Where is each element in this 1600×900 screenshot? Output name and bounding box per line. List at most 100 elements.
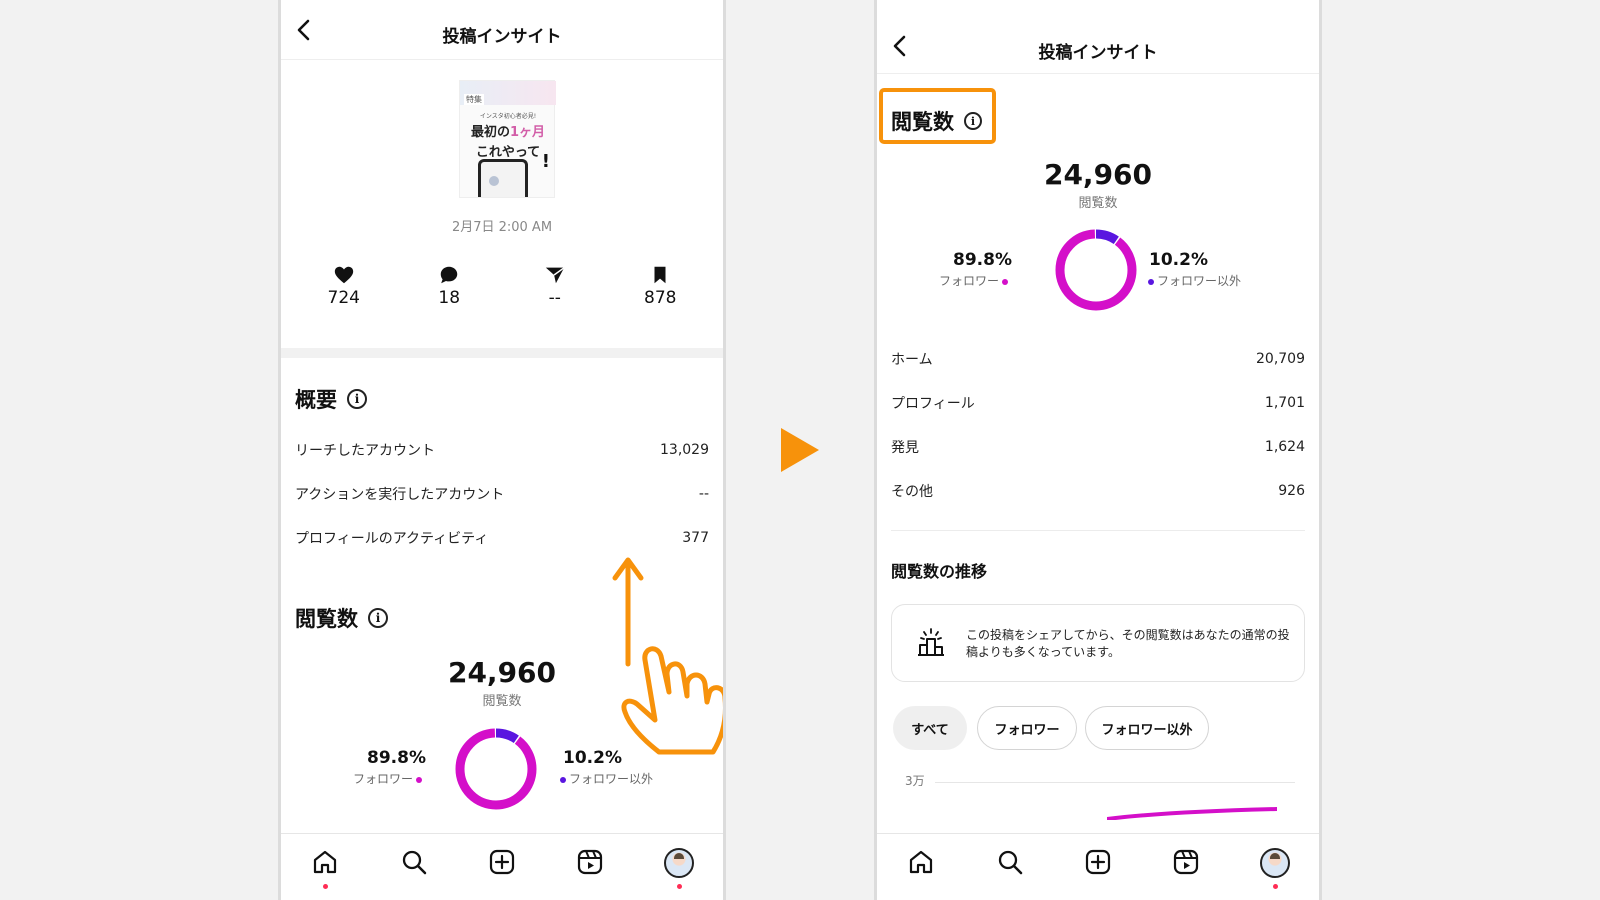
overview-row-value: 13,029	[660, 442, 709, 458]
stat-comments: 18	[404, 264, 494, 314]
search-icon	[998, 850, 1022, 875]
views-title-text: 閲覧数	[295, 607, 358, 631]
overview-row-value: 377	[682, 530, 709, 546]
tab-profile[interactable]	[659, 848, 699, 894]
donut-slice-followers	[455, 728, 537, 810]
trend-notice-text: この投稿をシェアしてから、その閲覧数はあなたの通常の投稿よりも多くなっています。	[966, 628, 1290, 659]
tab-reels[interactable]	[570, 848, 610, 894]
follower-dot	[416, 776, 423, 783]
chart-grid-line	[935, 782, 1295, 783]
follower-legend-text: フォロワー	[353, 772, 414, 786]
source-row-label: その他	[891, 484, 933, 500]
info-icon[interactable]: i	[368, 608, 388, 628]
search-icon	[402, 850, 426, 875]
overview-row-label: アクションを実行したアカウント	[295, 487, 505, 503]
tab-home[interactable]	[305, 848, 345, 894]
non-follower-percent: 10.2%	[1149, 250, 1208, 270]
home-icon	[910, 850, 933, 874]
phone-screen-right: 投稿インサイト 閲覧数 i 24,960 閲覧数 89.8% フォロワー 10.…	[874, 0, 1322, 900]
source-row-value: 20,709	[1256, 351, 1305, 367]
follower-legend: フォロワー	[353, 770, 425, 787]
non-follower-legend-text: フォロワー以外	[569, 772, 654, 786]
stat-saves: 878	[615, 264, 705, 314]
non-follower-legend: フォロワー以外	[557, 770, 653, 787]
trend-line	[1107, 807, 1277, 820]
tab-home[interactable]	[901, 848, 941, 894]
podium-icon	[918, 628, 944, 656]
non-follower-dot	[1148, 278, 1154, 285]
source-row-label: プロフィール	[891, 396, 975, 412]
create-icon	[1085, 849, 1111, 875]
source-row: ホーム 20,709	[891, 347, 1305, 371]
tab-reels[interactable]	[1166, 848, 1206, 894]
bookmark-icon	[654, 266, 666, 284]
likes-count: 724	[327, 288, 360, 308]
source-row-value: 926	[1278, 483, 1305, 499]
overview-row-value: --	[698, 486, 709, 502]
overview-title-text: 概要	[295, 388, 337, 412]
views-total: 24,960	[1043, 158, 1153, 191]
non-follower-legend-text: フォロワー以外	[1157, 274, 1242, 288]
views-title: 閲覧数 i	[295, 603, 388, 633]
engagement-stats: 724 18 -- 878	[291, 264, 713, 314]
source-row-value: 1,624	[1264, 439, 1305, 455]
filter-chip-non-followers[interactable]: フォロワー以外	[1085, 706, 1209, 750]
overview-row-label: リーチしたアカウント	[295, 443, 435, 459]
thumb-headline-1b: 1ヶ月	[509, 125, 546, 140]
next-step-arrow-icon	[781, 428, 819, 472]
stat-likes: 724	[299, 264, 389, 314]
thumb-phone-avatar	[489, 176, 499, 186]
follower-legend-text: フォロワー	[939, 274, 1000, 288]
overview-title: 概要 i	[295, 384, 367, 414]
follower-percent: 89.8%	[953, 250, 1012, 270]
source-row-value: 1,701	[1264, 395, 1305, 411]
shares-count: --	[548, 288, 561, 308]
overview-row: リーチしたアカウント 13,029	[295, 438, 709, 462]
thumb-headline-1a: 最初の	[470, 125, 510, 140]
notification-dot	[676, 884, 682, 889]
comments-count: 18	[438, 288, 461, 308]
stat-shares: --	[510, 264, 600, 314]
header: 投稿インサイト	[877, 0, 1319, 74]
post-date: 2月7日 2:00 AM	[451, 220, 553, 235]
heart-icon	[334, 266, 353, 284]
home-icon	[314, 850, 337, 874]
views-total-label: 閲覧数	[1078, 196, 1118, 211]
tab-search[interactable]	[394, 848, 434, 894]
notification-dot	[1272, 884, 1278, 889]
thumb-exclamation: !	[541, 151, 550, 172]
thumb-headline-2: これやって	[475, 145, 541, 160]
tab-search[interactable]	[990, 848, 1030, 894]
share-icon	[545, 267, 565, 284]
thumb-phone-illustration	[478, 159, 528, 197]
views-donut-chart	[1055, 229, 1137, 311]
chart-axis-label: 3万	[905, 774, 925, 788]
trend-notice-card: この投稿をシェアしてから、その閲覧数はあなたの通常の投稿よりも多くなっています。	[891, 604, 1305, 682]
overview-row: プロフィールのアクティビティ 377	[295, 526, 709, 550]
thumb-headline-1: 最初の1ヶ月	[462, 121, 554, 140]
overview-row-label: プロフィールのアクティビティ	[295, 531, 489, 547]
source-row-label: 発見	[891, 440, 919, 456]
follower-legend: フォロワー	[939, 272, 1011, 289]
bottom-tab-bar	[281, 833, 723, 900]
source-row: 発見 1,624	[891, 435, 1305, 459]
reels-icon	[1174, 849, 1199, 875]
divider	[891, 530, 1305, 531]
views-donut-chart	[455, 728, 537, 810]
bottom-tab-bar	[877, 833, 1319, 900]
filter-chip-all[interactable]: すべて	[893, 706, 967, 750]
info-icon[interactable]: i	[347, 389, 367, 409]
post-thumbnail[interactable]: 特集 インスタ初心者必見! 最初の1ヶ月 これやって !	[459, 80, 556, 198]
source-row: プロフィール 1,701	[891, 391, 1305, 415]
header: 投稿インサイト	[281, 0, 723, 60]
create-icon	[489, 849, 515, 875]
swipe-up-gesture-icon	[612, 557, 723, 755]
tab-create[interactable]	[482, 848, 522, 894]
tab-create[interactable]	[1078, 848, 1118, 894]
profile-avatar	[1259, 848, 1290, 878]
source-row: その他 926	[891, 479, 1305, 503]
reels-icon	[578, 849, 603, 875]
info-icon[interactable]: i	[964, 112, 982, 130]
filter-chip-followers[interactable]: フォロワー	[977, 706, 1077, 750]
tab-profile[interactable]	[1255, 848, 1295, 894]
